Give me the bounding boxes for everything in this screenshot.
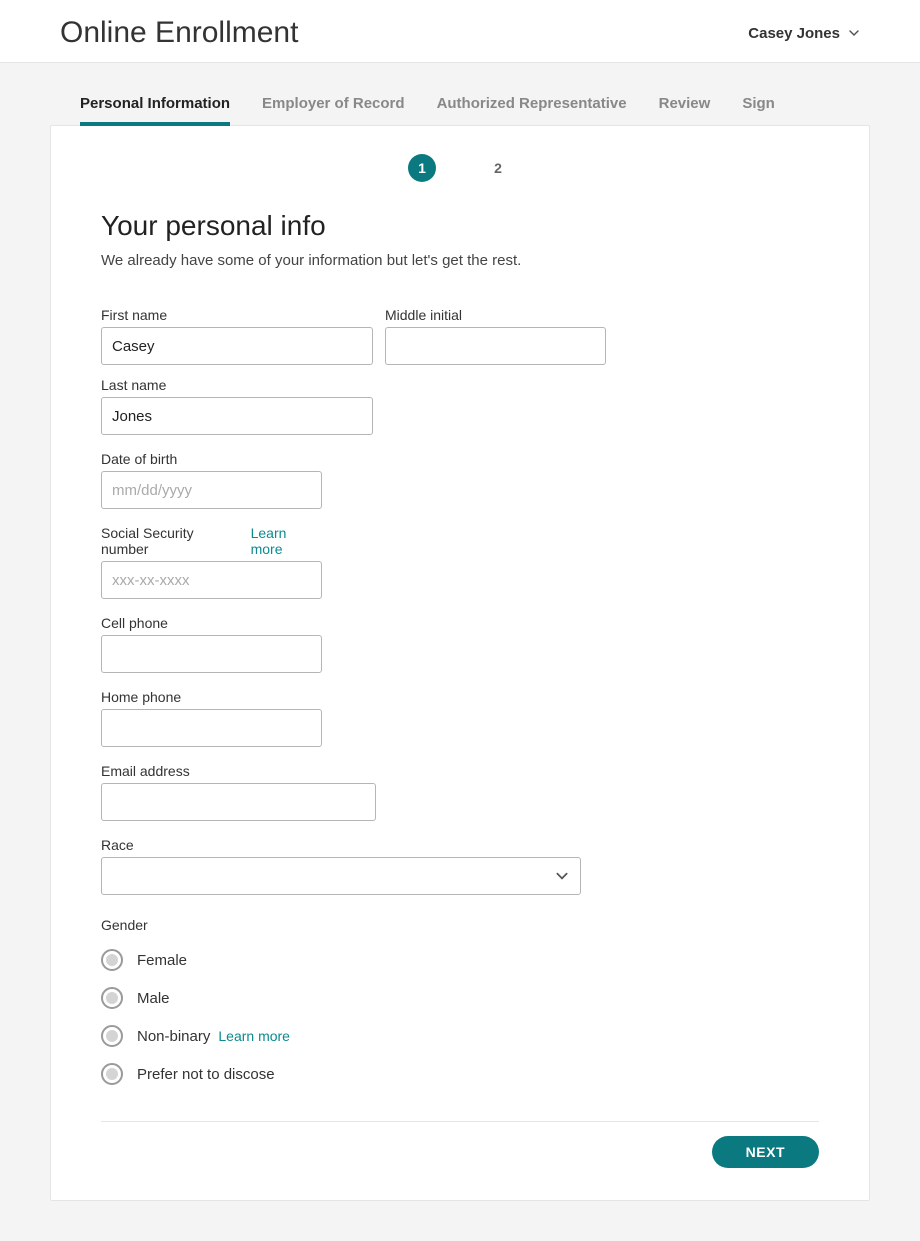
last-name-label: Last name: [101, 377, 373, 393]
cell-phone-input[interactable]: [101, 635, 322, 673]
race-select-wrap: [101, 857, 581, 895]
radio-label: Non-binary: [137, 1028, 210, 1045]
race-row: Race: [101, 837, 819, 895]
form-card: 1 2 Your personal info We already have s…: [50, 125, 870, 1201]
tab-authorized-representative[interactable]: Authorized Representative: [437, 95, 627, 126]
ssn-row: Social Security number Learn more: [101, 525, 819, 599]
cell-phone-label: Cell phone: [101, 615, 322, 631]
email-input[interactable]: [101, 783, 376, 821]
cell-phone-row: Cell phone: [101, 615, 819, 673]
gender-group: Gender Female Male Non-binary Learn more…: [101, 911, 819, 1085]
home-phone-label: Home phone: [101, 689, 322, 705]
tab-employer-of-record[interactable]: Employer of Record: [262, 95, 405, 126]
dob-input[interactable]: [101, 471, 322, 509]
step-1[interactable]: 1: [408, 154, 436, 182]
user-menu[interactable]: Casey Jones: [748, 25, 860, 42]
middle-initial-label: Middle initial: [385, 307, 606, 323]
email-row: Email address: [101, 763, 819, 821]
last-name-input[interactable]: [101, 397, 373, 435]
name-row: First name Middle initial Last name: [101, 307, 819, 435]
page-title: Online Enrollment: [60, 16, 298, 50]
radio-icon: [101, 949, 123, 971]
section-subtitle: We already have some of your information…: [101, 252, 819, 269]
first-name-group: First name: [101, 307, 373, 365]
ssn-label-text: Social Security number: [101, 525, 245, 557]
next-button[interactable]: NEXT: [712, 1136, 819, 1168]
cell-phone-group: Cell phone: [101, 615, 322, 673]
footer-row: NEXT: [101, 1136, 819, 1168]
ssn-label: Social Security number Learn more: [101, 525, 322, 557]
gender-option-male[interactable]: Male: [101, 987, 819, 1009]
gender-option-non-binary[interactable]: Non-binary Learn more: [101, 1025, 819, 1047]
home-phone-input[interactable]: [101, 709, 322, 747]
email-label: Email address: [101, 763, 376, 779]
footer-divider: [101, 1121, 819, 1122]
email-group: Email address: [101, 763, 376, 821]
tab-personal-information[interactable]: Personal Information: [80, 95, 230, 126]
wizard-tabs: Personal Information Employer of Record …: [50, 95, 870, 126]
radio-icon: [101, 1063, 123, 1085]
radio-label: Female: [137, 952, 187, 969]
race-select[interactable]: [101, 857, 581, 895]
radio-label: Male: [137, 990, 170, 1007]
ssn-input[interactable]: [101, 561, 322, 599]
section-title: Your personal info: [101, 210, 819, 242]
wizard-container: Personal Information Employer of Record …: [0, 63, 920, 1241]
tab-sign[interactable]: Sign: [742, 95, 775, 126]
gender-learn-more-link[interactable]: Learn more: [218, 1028, 290, 1044]
dob-row: Date of birth: [101, 451, 819, 509]
dob-group: Date of birth: [101, 451, 322, 509]
first-name-label: First name: [101, 307, 373, 323]
gender-option-prefer-not[interactable]: Prefer not to discose: [101, 1063, 819, 1085]
stepper: 1 2: [101, 146, 819, 210]
step-2[interactable]: 2: [484, 154, 512, 182]
home-phone-group: Home phone: [101, 689, 322, 747]
radio-icon: [101, 987, 123, 1009]
middle-initial-input[interactable]: [385, 327, 606, 365]
race-group: Race: [101, 837, 581, 895]
middle-initial-group: Middle initial: [385, 307, 606, 365]
gender-option-female[interactable]: Female: [101, 949, 819, 971]
ssn-group: Social Security number Learn more: [101, 525, 322, 599]
last-name-group: Last name: [101, 377, 373, 435]
race-label: Race: [101, 837, 581, 853]
chevron-down-icon: [848, 27, 860, 39]
first-name-input[interactable]: [101, 327, 373, 365]
gender-label: Gender: [101, 917, 819, 933]
home-phone-row: Home phone: [101, 689, 819, 747]
radio-icon: [101, 1025, 123, 1047]
radio-label: Prefer not to discose: [137, 1066, 275, 1083]
top-bar: Online Enrollment Casey Jones: [0, 0, 920, 63]
ssn-learn-more-link[interactable]: Learn more: [251, 525, 322, 557]
user-name: Casey Jones: [748, 25, 840, 42]
dob-label: Date of birth: [101, 451, 322, 467]
tab-review[interactable]: Review: [659, 95, 711, 126]
